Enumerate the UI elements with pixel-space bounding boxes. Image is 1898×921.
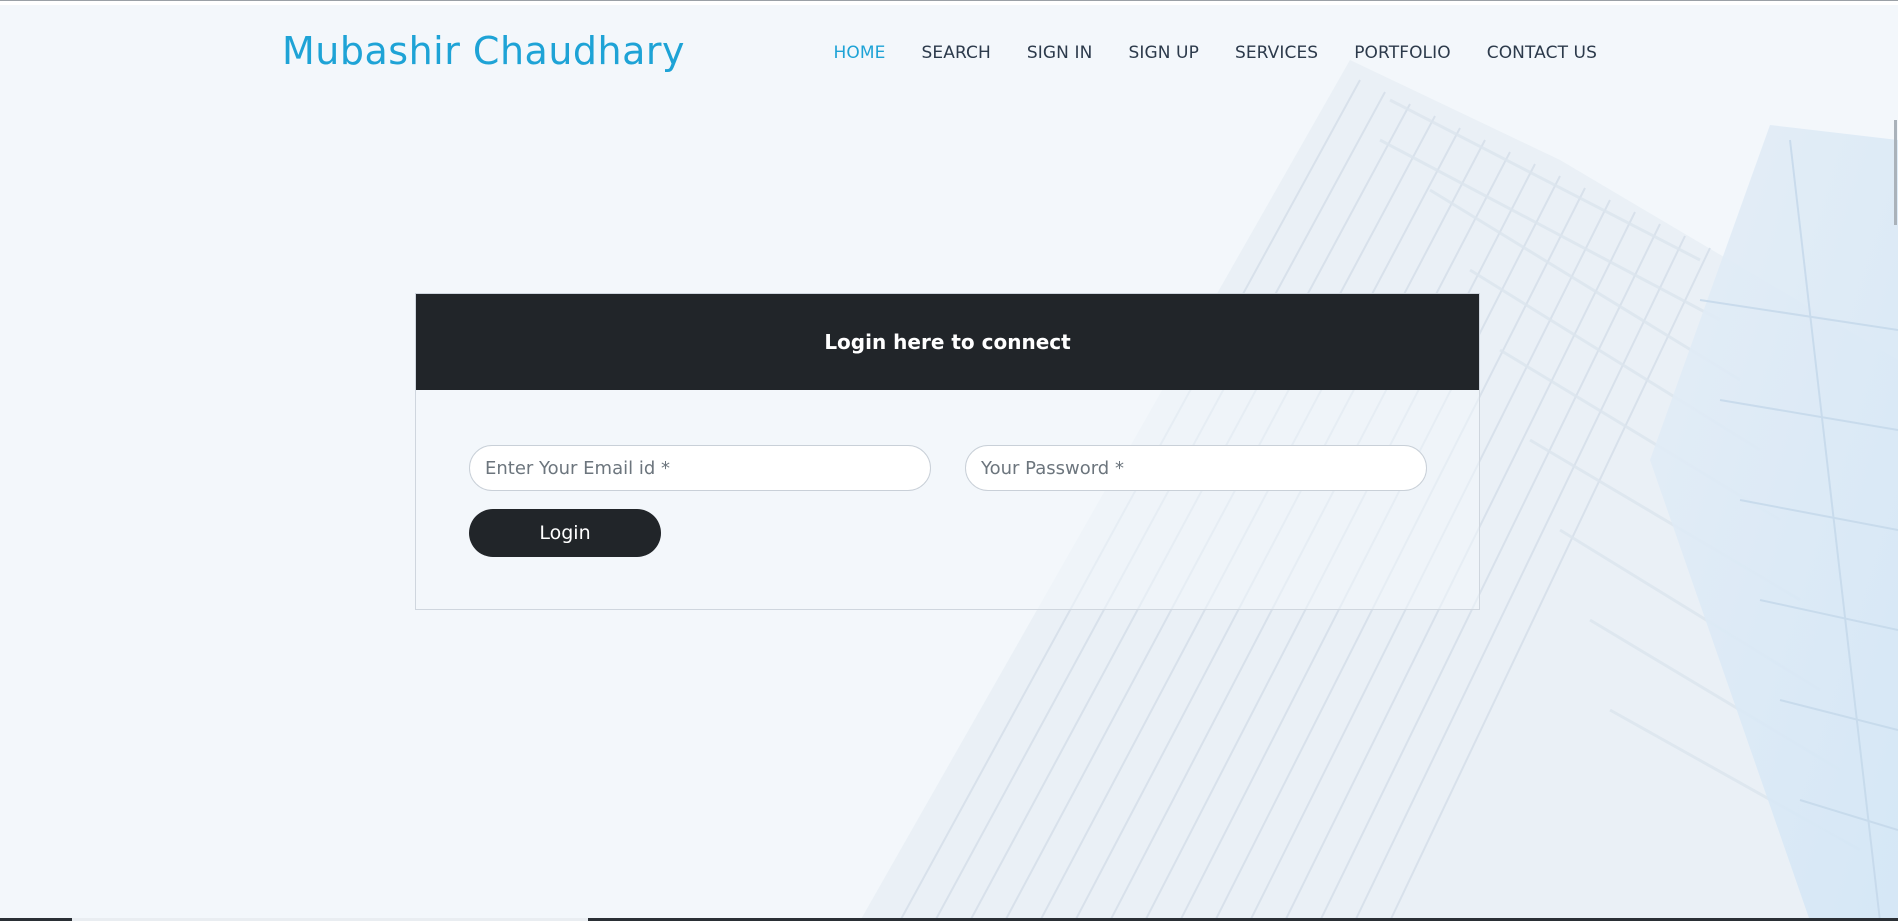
nav-contact-us[interactable]: CONTACT US xyxy=(1487,43,1597,63)
password-input[interactable] xyxy=(965,445,1427,491)
login-card-header: Login here to connect xyxy=(416,294,1479,390)
brand-logo[interactable]: Mubashir Chaudhary xyxy=(282,29,685,73)
main-nav: HOME SEARCH SIGN IN SIGN UP SERVICES POR… xyxy=(798,43,1597,63)
vertical-scrollbar[interactable] xyxy=(1894,120,1897,225)
nav-sign-up[interactable]: SIGN UP xyxy=(1128,43,1199,63)
login-title: Login here to connect xyxy=(824,330,1071,354)
login-fields xyxy=(469,445,1427,491)
nav-search[interactable]: SEARCH xyxy=(922,43,991,63)
login-card: Login here to connect Login xyxy=(415,293,1480,610)
login-button[interactable]: Login xyxy=(469,509,661,557)
nav-portfolio[interactable]: PORTFOLIO xyxy=(1354,43,1451,63)
nav-sign-in[interactable]: SIGN IN xyxy=(1027,43,1093,63)
email-input[interactable] xyxy=(469,445,931,491)
nav-home[interactable]: HOME xyxy=(834,43,886,63)
site-header: Mubashir Chaudhary HOME SEARCH SIGN IN S… xyxy=(0,5,1898,105)
nav-services[interactable]: SERVICES xyxy=(1235,43,1318,63)
